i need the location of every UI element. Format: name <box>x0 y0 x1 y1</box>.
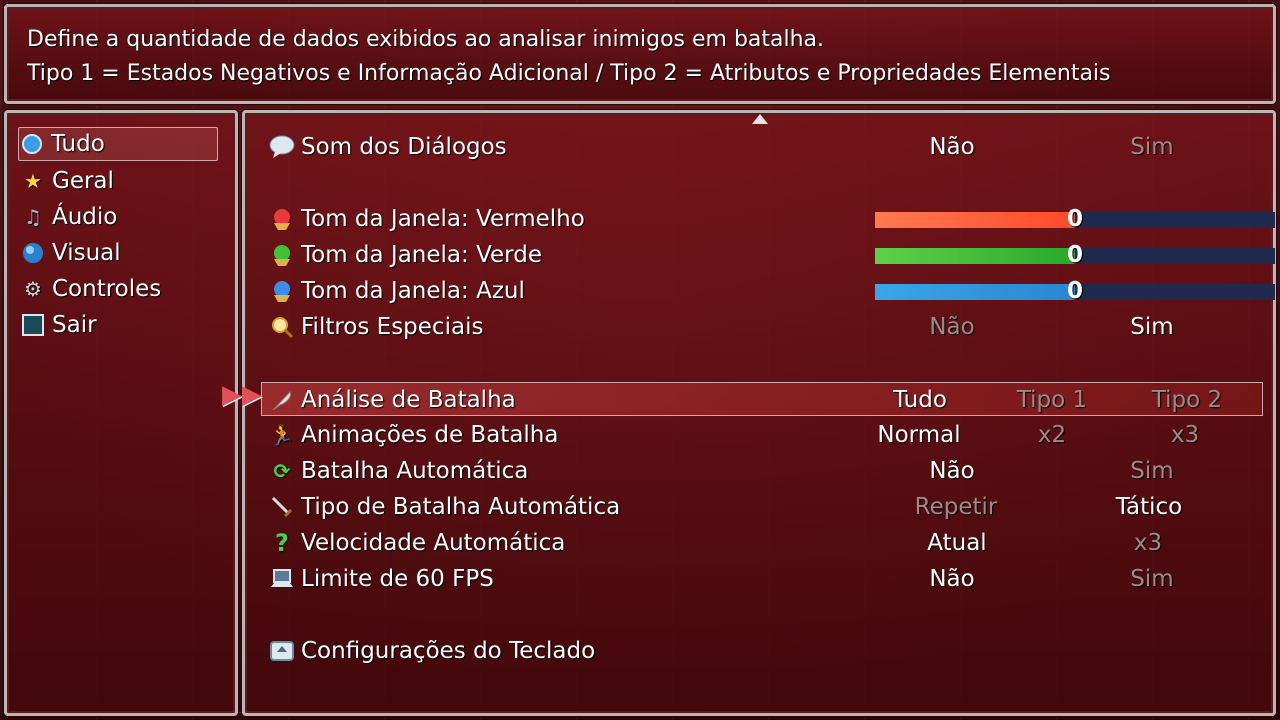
help-window: Define a quantidade de dados exibidos ao… <box>4 4 1276 104</box>
music-note-icon: ♫ <box>24 205 42 229</box>
option-keyboard-config[interactable]: Configurações do Teclado <box>269 634 1263 668</box>
option-label: Velocidade Automática <box>301 530 566 556</box>
option-label: Animações de Batalha <box>301 422 559 448</box>
option-value-yes[interactable]: Sim <box>1130 562 1173 596</box>
scroll-up-arrow-icon[interactable] <box>752 114 768 124</box>
sidebar-item-label: Tudo <box>51 131 105 157</box>
option-auto-battle-type[interactable]: Tipo de Batalha Automática Repetir Tátic… <box>269 490 1263 524</box>
option-value-yes[interactable]: Sim <box>1130 310 1173 344</box>
option-value-no[interactable]: Não <box>929 130 974 164</box>
option-voice[interactable]: Som dos Diálogos Não Sim <box>269 130 1263 164</box>
option-value-no[interactable]: Não <box>929 562 974 596</box>
option-battle-animations[interactable]: 🏃 Animações de Batalha Normal x2 x3 <box>269 418 1263 452</box>
sidebar-item-label: Controles <box>52 276 162 302</box>
option-battle-analysis[interactable]: Análise de Batalha Tudo Tipo 1 Tipo 2 <box>261 382 1263 416</box>
option-special-filters[interactable]: Filtros Especiais Não Sim <box>269 310 1263 344</box>
sidebar-item-controles[interactable]: ⚙ Controles <box>20 272 216 306</box>
option-fps-limit[interactable]: Limite de 60 FPS Não Sim <box>269 562 1263 596</box>
option-label: Limite de 60 FPS <box>301 566 494 592</box>
option-value-x2[interactable]: x2 <box>1038 418 1066 452</box>
exit-square-icon <box>20 312 46 338</box>
sidebar-item-tudo[interactable]: Tudo <box>18 127 218 161</box>
option-window-tone-red[interactable]: Tom da Janela: Vermelho 0 <box>269 202 1275 236</box>
option-label: Análise de Batalha <box>301 387 516 413</box>
blue-value: 0 <box>1067 278 1084 304</box>
sidebar-item-label: Visual <box>52 240 121 266</box>
running-figure-icon: 🏃 <box>269 423 295 447</box>
option-label: Tom da Janela: Azul <box>301 278 525 304</box>
option-value-normal[interactable]: Normal <box>877 418 960 452</box>
green-slider-fill <box>875 248 1075 264</box>
green-gem-icon <box>269 242 295 268</box>
sword-icon <box>269 494 295 520</box>
sidebar-item-sair[interactable]: Sair <box>20 308 216 342</box>
option-value-type2[interactable]: Tipo 2 <box>1152 383 1222 417</box>
magnifier-icon <box>269 314 295 340</box>
help-line-2: Tipo 1 = Estados Negativos e Informação … <box>27 61 1111 86</box>
feather-icon <box>269 387 295 413</box>
option-label: Batalha Automática <box>301 458 529 484</box>
sidebar-item-visual[interactable]: Visual <box>20 236 216 270</box>
sidebar-item-label: Sair <box>52 312 97 338</box>
option-value-no[interactable]: Não <box>929 310 974 344</box>
sidebar-item-audio[interactable]: ♫ Áudio <box>20 200 216 234</box>
question-mark-icon: ? <box>275 529 289 557</box>
sidebar-item-label: Áudio <box>52 204 118 230</box>
help-line-1: Define a quantidade de dados exibidos ao… <box>27 27 825 52</box>
option-value-all[interactable]: Tudo <box>893 383 947 417</box>
star-icon: ★ <box>24 169 42 193</box>
laptop-icon <box>269 566 295 592</box>
option-value-type1[interactable]: Tipo 1 <box>1017 383 1087 417</box>
option-window-tone-blue[interactable]: Tom da Janela: Azul 0 <box>269 274 1275 308</box>
red-gem-icon <box>269 206 295 232</box>
selection-cursor-icon: ▶▶ <box>222 380 262 410</box>
blue-gem-icon <box>269 278 295 304</box>
option-auto-speed[interactable]: ? Velocidade Automática Atual x3 <box>269 526 1263 560</box>
sidebar-item-geral[interactable]: ★ Geral <box>20 164 216 198</box>
gear-icon: ⚙ <box>24 277 42 301</box>
option-label: Tipo de Batalha Automática <box>301 494 621 520</box>
option-label: Configurações do Teclado <box>301 638 596 664</box>
option-value-x3[interactable]: x3 <box>1134 526 1162 560</box>
option-label: Filtros Especiais <box>301 314 484 340</box>
speech-bubble-icon <box>269 134 295 160</box>
sidebar-item-label: Geral <box>52 168 114 194</box>
keyboard-key-icon <box>269 638 295 664</box>
red-slider-fill <box>875 212 1075 228</box>
globe-icon <box>20 240 46 266</box>
option-label: Som dos Diálogos <box>301 134 507 160</box>
option-value-yes[interactable]: Sim <box>1130 130 1173 164</box>
option-label: Tom da Janela: Vermelho <box>301 206 585 232</box>
option-value-yes[interactable]: Sim <box>1130 454 1173 488</box>
option-label: Tom da Janela: Verde <box>301 242 542 268</box>
blue-orb-icon <box>19 131 45 157</box>
option-value-x3[interactable]: x3 <box>1171 418 1199 452</box>
option-value-current[interactable]: Atual <box>927 526 986 560</box>
option-value-repeat[interactable]: Repetir <box>915 490 998 524</box>
red-value: 0 <box>1067 206 1084 232</box>
option-value-no[interactable]: Não <box>929 454 974 488</box>
option-auto-battle[interactable]: ⟳ Batalha Automática Não Sim <box>269 454 1263 488</box>
green-value: 0 <box>1067 242 1084 268</box>
option-window-tone-green[interactable]: Tom da Janela: Verde 0 <box>269 238 1275 272</box>
option-value-tactical[interactable]: Tático <box>1116 490 1182 524</box>
cycle-arrows-icon: ⟳ <box>273 459 291 483</box>
options-window: Som dos Diálogos Não Sim Tom da Janela: … <box>242 110 1276 716</box>
blue-slider-fill <box>875 284 1075 300</box>
